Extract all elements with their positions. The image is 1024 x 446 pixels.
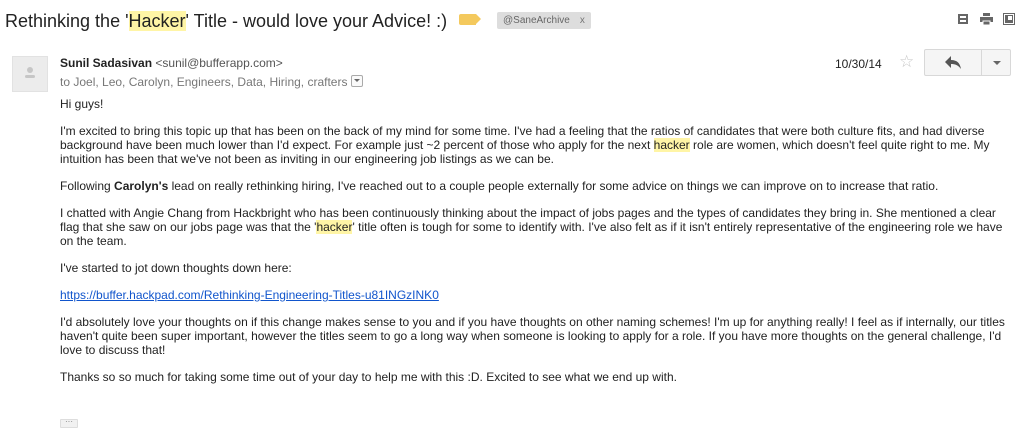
label-chip-sanearchive[interactable]: @SaneArchive x	[497, 12, 591, 29]
sender-avatar[interactable]	[12, 56, 48, 92]
greeting: Hi guys!	[60, 97, 104, 111]
paragraph-5: I'd absolutely love your thoughts on if …	[60, 315, 1005, 357]
more-options-button[interactable]	[981, 49, 1011, 76]
paragraph-6: Thanks so so much for taking some time o…	[60, 370, 677, 384]
recipients-line: to Joel, Leo, Carolyn, Engineers, Data, …	[60, 75, 364, 89]
label-chip-text: @SaneArchive	[503, 15, 570, 26]
subject-text-start: Rethinking the '	[5, 11, 129, 31]
important-marker-icon[interactable]	[459, 14, 481, 25]
reply-arrow-icon	[945, 56, 961, 69]
thread-toolbar	[957, 13, 1016, 26]
sender-email: <sunil@bufferapp.com>	[155, 56, 283, 70]
p2-text-a: Following	[60, 179, 115, 193]
subject-highlight: Hacker	[128, 11, 186, 31]
hackpad-link[interactable]: https://buffer.hackpad.com/Rethinking-En…	[60, 288, 439, 302]
person-icon	[25, 67, 35, 78]
remove-label-button[interactable]: x	[580, 15, 585, 26]
new-window-icon[interactable]	[1003, 13, 1016, 26]
p3-highlight: hacker	[316, 220, 353, 234]
paragraph-2: Following Carolyn's lead on really rethi…	[60, 179, 1010, 193]
paragraph-link: https://buffer.hackpad.com/Rethinking-En…	[60, 288, 1010, 302]
paragraph-4: I've started to jot down thoughts down h…	[60, 261, 292, 275]
recipients-text: to Joel, Leo, Carolyn, Engineers, Data, …	[60, 75, 348, 89]
star-icon[interactable]: ☆	[899, 52, 914, 72]
p1-highlight: hacker	[653, 138, 690, 152]
paragraph-3: I chatted with Angie Chang from Hackbrig…	[60, 206, 1010, 248]
sender-line: Sunil Sadasivan <sunil@bufferapp.com>	[60, 56, 283, 70]
show-details-dropdown-icon[interactable]	[351, 75, 364, 87]
show-trimmed-content-button[interactable]: ···	[60, 418, 78, 428]
print-all-icon[interactable]	[957, 13, 970, 26]
subject-text-end: ' Title - would love your Advice! :)	[185, 11, 448, 31]
sender-name[interactable]: Sunil Sadasivan	[60, 56, 152, 70]
p2-text-b: lead on really rethinking hiring, I've r…	[168, 179, 939, 193]
print-icon[interactable]	[980, 13, 993, 26]
reply-button[interactable]	[924, 49, 982, 76]
message-body: Hi guys! I'm excited to bring this topic…	[60, 97, 1010, 397]
subject-row: Rethinking the 'Hacker' Title - would lo…	[0, 0, 1024, 44]
p2-bold-name: Carolyn's	[114, 179, 169, 193]
paragraph-1: I'm excited to bring this topic up that …	[60, 124, 1010, 166]
message-date[interactable]: 10/30/14	[835, 57, 882, 71]
email-subject: Rethinking the 'Hacker' Title - would lo…	[5, 11, 447, 32]
